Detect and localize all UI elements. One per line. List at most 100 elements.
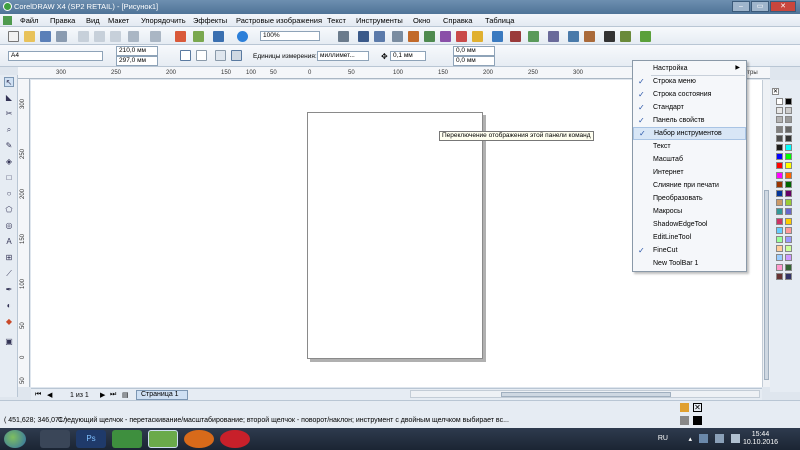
zoom-level-select[interactable]: 100% [260,31,320,41]
document-icon[interactable] [3,16,12,25]
context-menu-item[interactable]: Преобразовать [633,192,746,205]
color-swatch[interactable] [785,98,792,105]
close-button[interactable]: ✕ [770,1,796,12]
context-menu-item[interactable]: ShadowEdgeTool [633,218,746,231]
color-swatch[interactable] [776,199,783,207]
color-swatch[interactable] [785,272,792,280]
color-swatch[interactable] [785,245,792,253]
color-swatch[interactable] [776,125,783,133]
color-swatch[interactable] [776,263,783,271]
text-tool-icon[interactable]: A [4,237,14,247]
color-swatch[interactable] [776,144,783,151]
color-swatch[interactable] [785,208,792,216]
zoom-tool-icon[interactable]: ⌕ [4,125,14,135]
undo-icon[interactable] [128,31,139,42]
freehand-tool-icon[interactable]: ✎ [4,141,14,151]
menu-table[interactable]: Таблица [485,16,514,25]
last-page-icon[interactable]: ⏭ [110,391,116,399]
context-menu-item[interactable]: EditLineTool [633,231,746,244]
save-icon[interactable] [40,31,51,42]
snap-to-icon[interactable] [358,31,369,42]
export-icon[interactable] [193,31,204,42]
all-pages-icon[interactable] [215,50,226,61]
tool-icon-11[interactable] [568,31,579,42]
context-menu-item[interactable]: ✓ Строка состояния [633,88,746,101]
color-swatch[interactable] [785,125,792,133]
document-page[interactable] [307,112,483,359]
options-icon[interactable] [374,31,385,42]
cut-icon[interactable] [78,31,89,42]
menu-text[interactable]: Текст [327,16,346,25]
rectangle-tool-icon[interactable]: □ [4,173,14,183]
menu-bitmaps[interactable]: Растровые изображения [236,16,322,25]
corel-icon[interactable] [40,430,70,448]
prev-page-icon[interactable]: ◀ [47,391,52,399]
color-swatch[interactable] [776,162,783,170]
system-clock[interactable]: 15:44 10.10.2016 [743,431,778,447]
maximize-button[interactable]: ▭ [751,1,769,12]
coreldraw-active-icon[interactable] [148,430,178,448]
interactive-fill-icon[interactable]: ▣ [4,337,14,347]
context-menu-item[interactable]: ✓ Строка меню [633,75,746,88]
app-launcher-icon[interactable] [213,31,224,42]
menu-help[interactable]: Справка [443,16,472,25]
context-menu-item[interactable]: New ToolBar 1 [633,257,746,270]
tool-icon-12[interactable] [584,31,595,42]
eyedropper-icon[interactable]: ✒ [4,285,14,295]
color-swatch[interactable] [776,217,783,225]
menu-tools[interactable]: Инструменты [356,16,403,25]
open-icon[interactable] [24,31,35,42]
context-menu-item[interactable]: Слияние при печати [633,179,746,192]
copy-icon[interactable] [94,31,105,42]
info-icon[interactable] [640,31,651,42]
menu-view[interactable]: Вид [86,16,100,25]
landscape-icon[interactable] [196,50,207,61]
color-swatch[interactable] [785,180,792,188]
menu-edit[interactable]: Правка [50,16,75,25]
page-width-field[interactable]: 210,0 мм [116,46,158,56]
color-swatch[interactable] [776,208,783,216]
tool-icon-5[interactable] [456,31,467,42]
horizontal-scrollbar[interactable] [410,390,760,398]
language-indicator[interactable]: RU [658,435,668,442]
context-menu-item[interactable]: ✓ FineCut [633,244,746,257]
vertical-scrollbar[interactable] [762,80,770,387]
color-swatch[interactable] [776,190,783,197]
polygon-tool-icon[interactable]: ⬠ [4,205,14,215]
context-menu-item[interactable]: ✓ Набор инструментов [633,127,746,140]
color-swatch[interactable] [785,236,792,243]
context-menu-item[interactable]: Настройка ▶ [633,62,746,75]
tool-icon-7[interactable] [492,31,503,42]
photoshop-icon[interactable]: Ps [76,430,106,448]
nudge-distance-field[interactable]: 0,1 мм [390,51,426,61]
color-swatch[interactable] [785,144,792,151]
duplicate-x-field[interactable]: 0,0 мм [453,46,495,56]
start-button[interactable] [4,430,26,448]
color-swatch[interactable] [776,107,783,115]
color-swatch[interactable] [785,254,792,262]
wps-icon[interactable] [220,430,250,448]
color-swatch[interactable] [776,98,783,105]
flag-icon[interactable] [699,434,708,443]
redo-icon[interactable] [150,31,161,42]
color-swatch[interactable] [785,107,792,115]
context-menu-item[interactable]: Интернет [633,166,746,179]
context-menu-item[interactable]: Масштаб [633,153,746,166]
color-swatch[interactable] [785,116,792,124]
duplicate-y-field[interactable]: 0,0 мм [453,56,495,66]
color-swatch[interactable] [785,226,792,234]
vertical-scroll-thumb[interactable] [764,190,769,380]
color-swatch[interactable] [776,153,783,161]
portrait-icon[interactable] [180,50,191,61]
menu-window[interactable]: Окно [413,16,430,25]
welcome-screen-icon[interactable] [237,31,248,42]
tool-icon-4[interactable] [440,31,451,42]
minimize-button[interactable]: – [732,1,750,12]
page-tab[interactable]: Страница 1 [136,390,188,400]
color-swatch[interactable] [785,134,792,142]
tool-icon-3[interactable] [424,31,435,42]
table-tool-icon[interactable]: ⊞ [4,253,14,263]
tool-icon-6[interactable] [472,31,483,42]
horizontal-scroll-thumb[interactable] [501,392,671,397]
shape-tool-icon[interactable]: ◣ [4,93,14,103]
